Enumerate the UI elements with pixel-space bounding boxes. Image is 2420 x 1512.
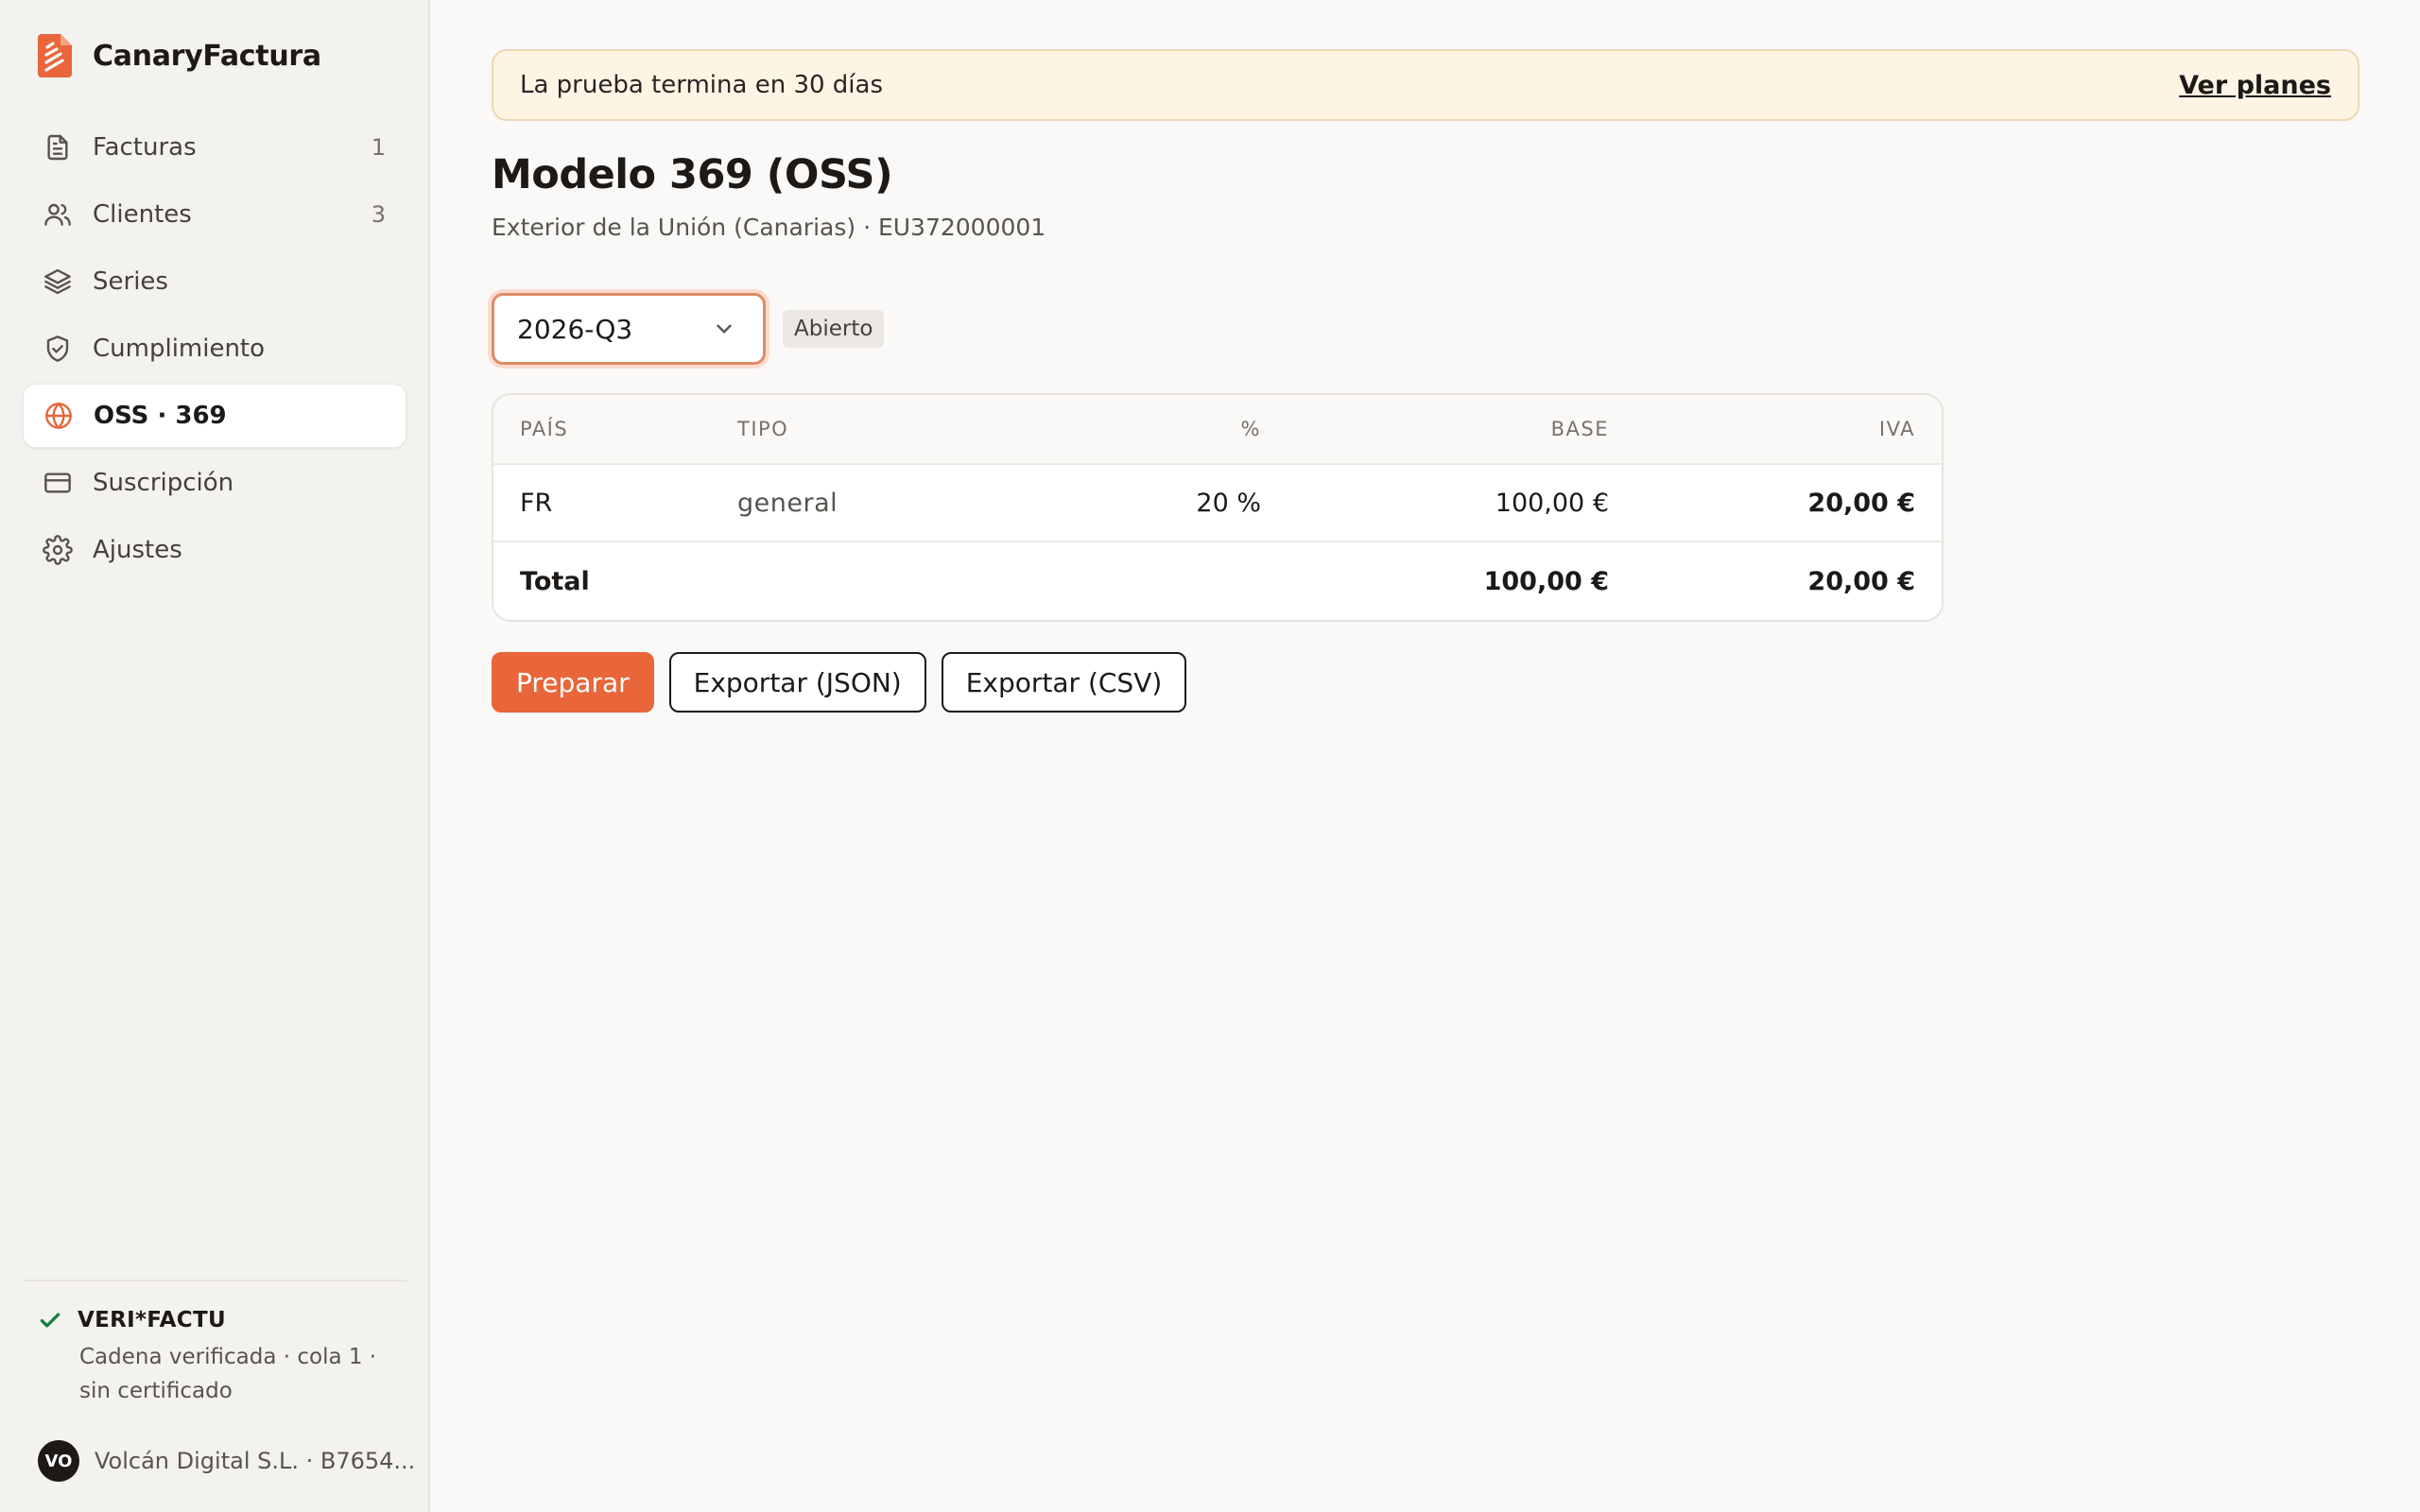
page-title: Modelo 369 (OSS) [492, 151, 893, 198]
sidebar-item-label: Cumplimiento [93, 335, 266, 363]
sidebar: CanaryFactura Facturas 1 Clientes 3 Seri… [0, 0, 430, 1512]
column-header-base: BASE [1550, 418, 1609, 440]
logo-icon [38, 34, 72, 77]
column-header-type: TIPO [737, 418, 789, 440]
cell-country: FR [520, 488, 553, 518]
trial-banner-text: La prueba termina en 30 días [520, 71, 883, 99]
column-header-vat: IVA [1878, 418, 1915, 440]
period-select[interactable]: 2026-Q3 [492, 293, 766, 365]
sidebar-item-count: 1 [371, 134, 386, 161]
cell-type: general [737, 488, 838, 518]
sidebar-item-count: 3 [371, 201, 386, 228]
globe-icon [43, 400, 75, 432]
sidebar-item-label: Suscripción [93, 469, 234, 497]
verifactu-title: VERI*FACTU [78, 1308, 226, 1332]
sidebar-item-facturas[interactable]: Facturas 1 [23, 115, 406, 180]
cell-base: 100,00 € [1495, 488, 1609, 518]
document-icon [42, 131, 74, 163]
total-vat: 20,00 € [1807, 566, 1915, 596]
company-switcher[interactable]: VO Volcán Digital S.L. · B7654... [38, 1440, 415, 1482]
chevron-down-icon [717, 324, 732, 334]
view-plans-link[interactable]: Ver planes [2179, 71, 2331, 100]
users-icon [42, 198, 74, 231]
main-content: La prueba termina en 30 días Ver planes … [431, 0, 2420, 1512]
verifactu-status-text: Cadena verificada · cola 1 · sin certifi… [79, 1345, 377, 1403]
sidebar-item-label: Clientes [93, 200, 192, 229]
action-bar: Preparar Exportar (JSON) Exportar (CSV) [492, 652, 1187, 713]
credit-card-icon [42, 467, 74, 499]
export-json-button[interactable]: Exportar (JSON) [668, 652, 926, 713]
page-subtitle: Exterior de la Unión (Canarias) · EU3720… [492, 214, 1046, 241]
shield-check-icon [42, 333, 74, 365]
sidebar-divider [23, 1280, 406, 1281]
period-select-value: 2026-Q3 [517, 313, 633, 345]
table-row: FR general 20 % 100,00 € 20,00 € [493, 465, 1942, 542]
trial-banner: La prueba termina en 30 días Ver planes [492, 49, 2360, 121]
app-name: CanaryFactura [93, 39, 321, 73]
column-header-country: PAÍS [520, 418, 569, 440]
cell-vat: 20,00 € [1807, 488, 1915, 518]
oss-table: PAÍS TIPO % BASE IVA FR general 20 % 100… [492, 393, 1944, 622]
cell-rate: 20 % [1196, 488, 1261, 518]
company-name: Volcán Digital S.L. · B7654... [95, 1448, 416, 1474]
sidebar-nav: Facturas 1 Clientes 3 Series Cumplimient… [23, 115, 406, 585]
sidebar-item-clientes[interactable]: Clientes 3 [23, 182, 406, 247]
sidebar-item-cumplimiento[interactable]: Cumplimiento [23, 317, 406, 381]
brand[interactable]: CanaryFactura [36, 32, 321, 79]
table-total-row: Total 100,00 € 20,00 € [493, 542, 1942, 620]
status-badge: Abierto [783, 310, 885, 348]
sidebar-item-series[interactable]: Series [23, 249, 406, 314]
layers-icon [42, 266, 74, 298]
table-header-row: PAÍS TIPO % BASE IVA [493, 395, 1942, 465]
column-header-rate: % [1240, 418, 1261, 440]
verifactu-status: VERI*FACTU Cadena verificada · cola 1 · … [38, 1308, 397, 1408]
sidebar-item-label: OSS · 369 [94, 402, 227, 430]
total-label: Total [520, 566, 590, 596]
sidebar-item-label: Facturas [93, 133, 197, 162]
sidebar-item-label: Series [93, 267, 168, 296]
sidebar-item-ajustes[interactable]: Ajustes [23, 518, 406, 582]
sidebar-item-oss-369[interactable]: OSS · 369 [23, 384, 406, 448]
total-base: 100,00 € [1483, 566, 1609, 596]
prepare-button[interactable]: Preparar [492, 652, 654, 713]
sidebar-item-suscripcion[interactable]: Suscripción [23, 451, 406, 515]
sidebar-item-label: Ajustes [93, 536, 182, 564]
export-csv-button[interactable]: Exportar (CSV) [941, 652, 1187, 713]
gear-icon [42, 534, 74, 566]
avatar: VO [38, 1440, 79, 1482]
check-icon [40, 1313, 60, 1328]
